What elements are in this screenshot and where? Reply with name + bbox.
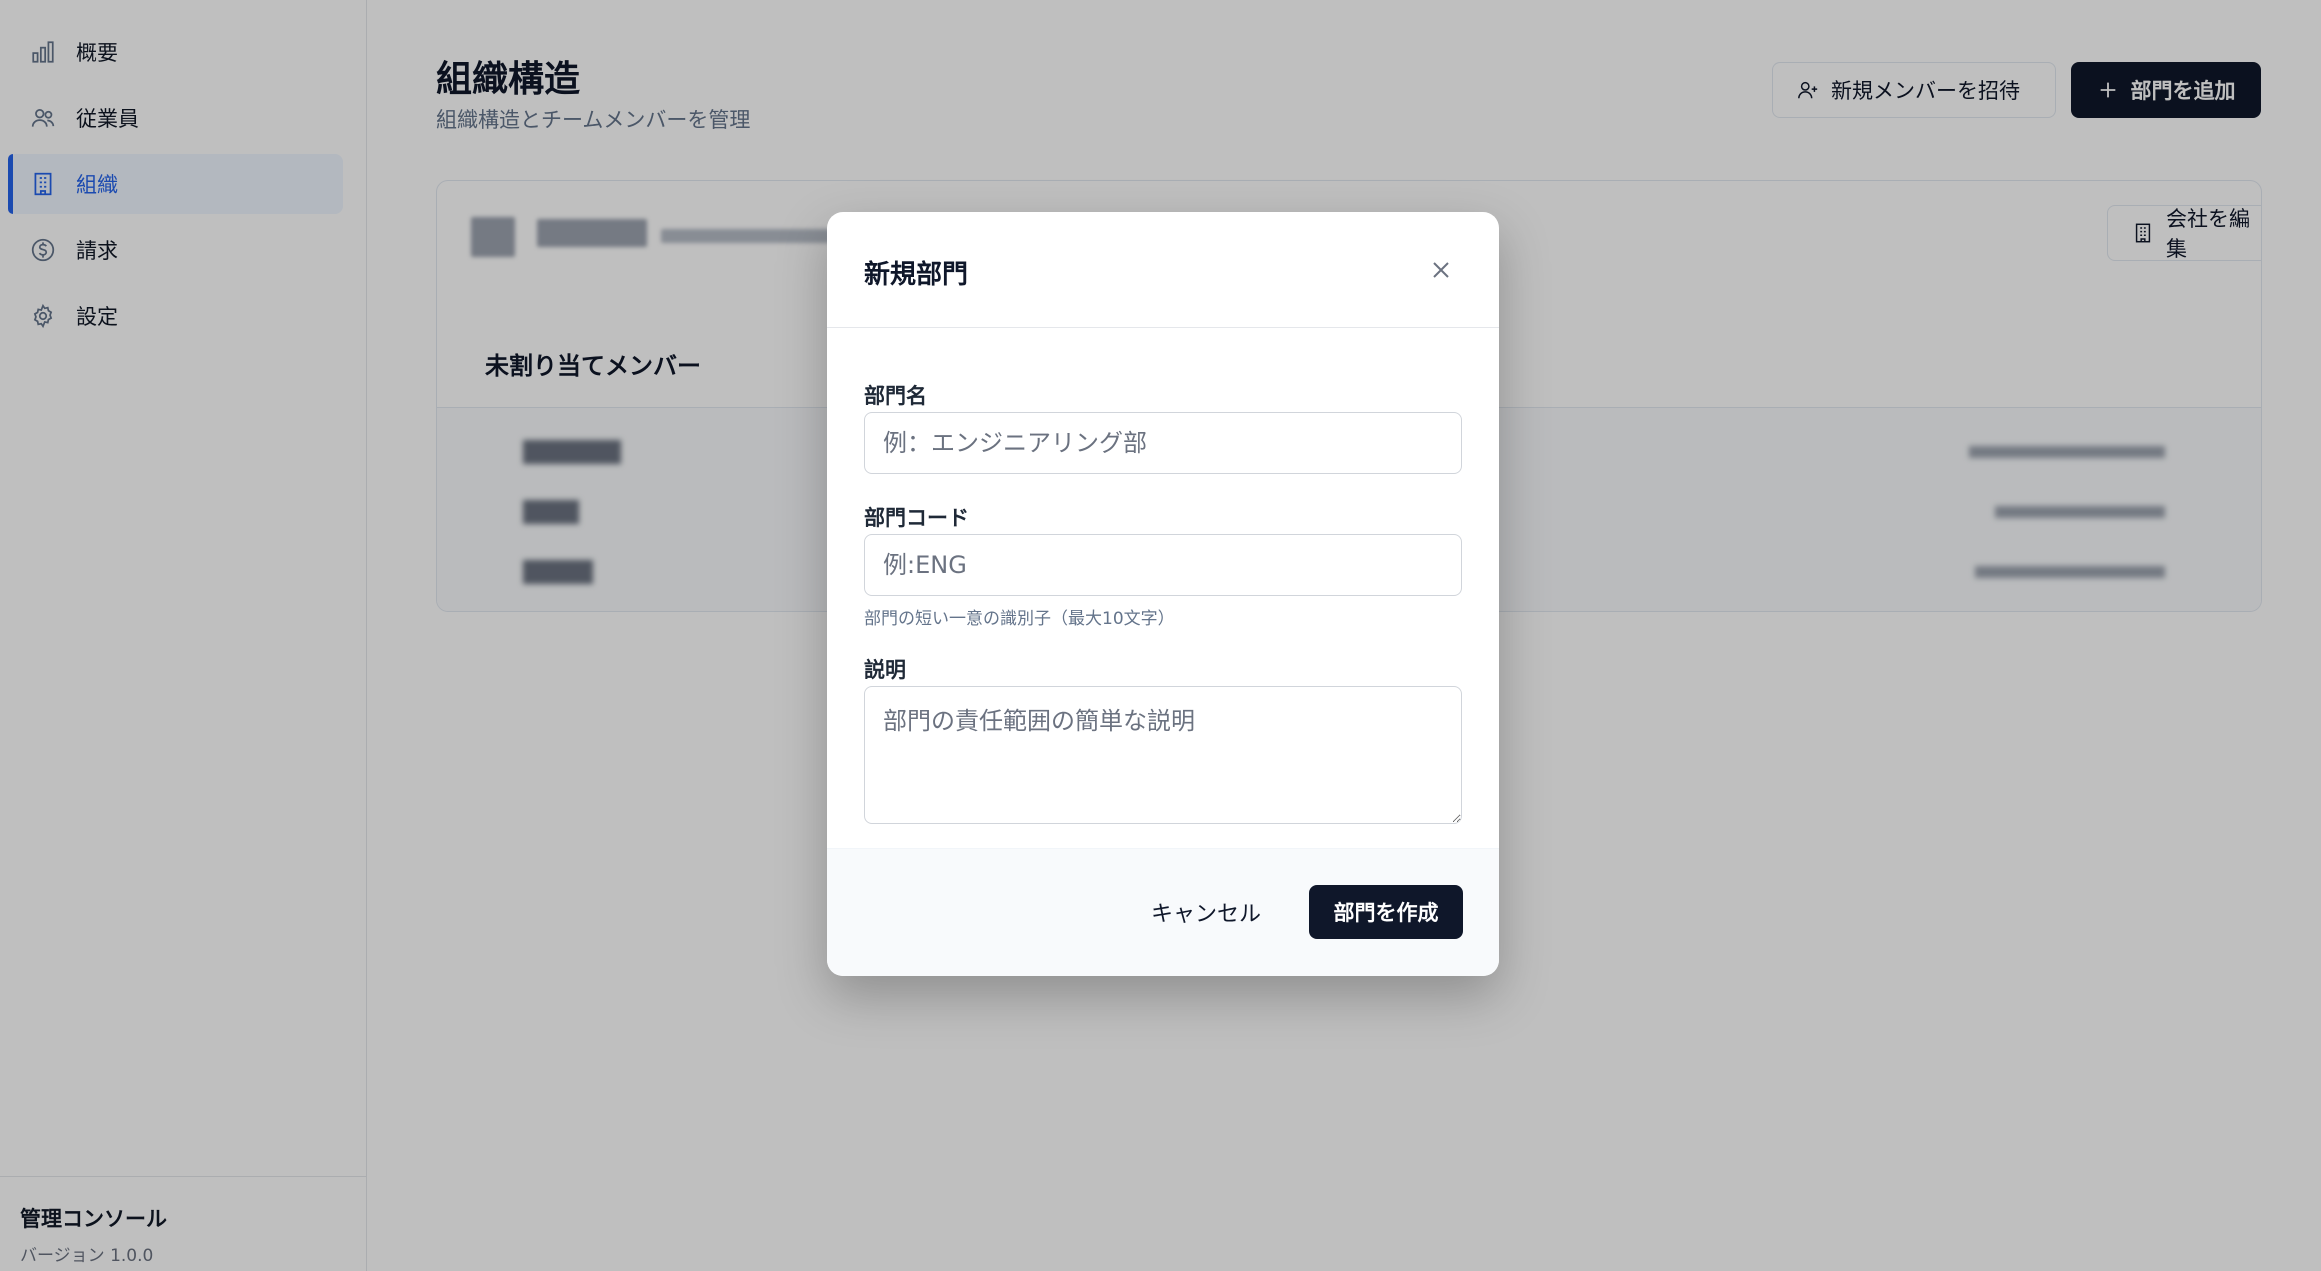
- department-name-input[interactable]: [864, 412, 1462, 474]
- create-department-button[interactable]: 部門を作成: [1309, 885, 1463, 939]
- department-code-hint: 部門の短い一意の識別子（最大10文字）: [864, 609, 1175, 629]
- department-name-label: 部門名: [864, 384, 927, 408]
- dialog-header: 新規部門: [827, 212, 1499, 328]
- department-code-label: 部門コード: [864, 506, 969, 530]
- new-department-dialog: 新規部門 部門名 部門コード 部門の短い一意の識別子（最大10文字） 説明 キャ…: [827, 212, 1499, 976]
- dialog-footer: キャンセル 部門を作成: [827, 848, 1499, 976]
- cancel-button[interactable]: キャンセル: [1141, 885, 1271, 939]
- dialog-title: 新規部門: [864, 260, 969, 290]
- description-textarea[interactable]: [864, 686, 1462, 824]
- department-code-input[interactable]: [864, 534, 1462, 596]
- close-icon: [1433, 262, 1449, 278]
- description-label: 説明: [864, 658, 906, 682]
- close-button[interactable]: [1427, 256, 1455, 284]
